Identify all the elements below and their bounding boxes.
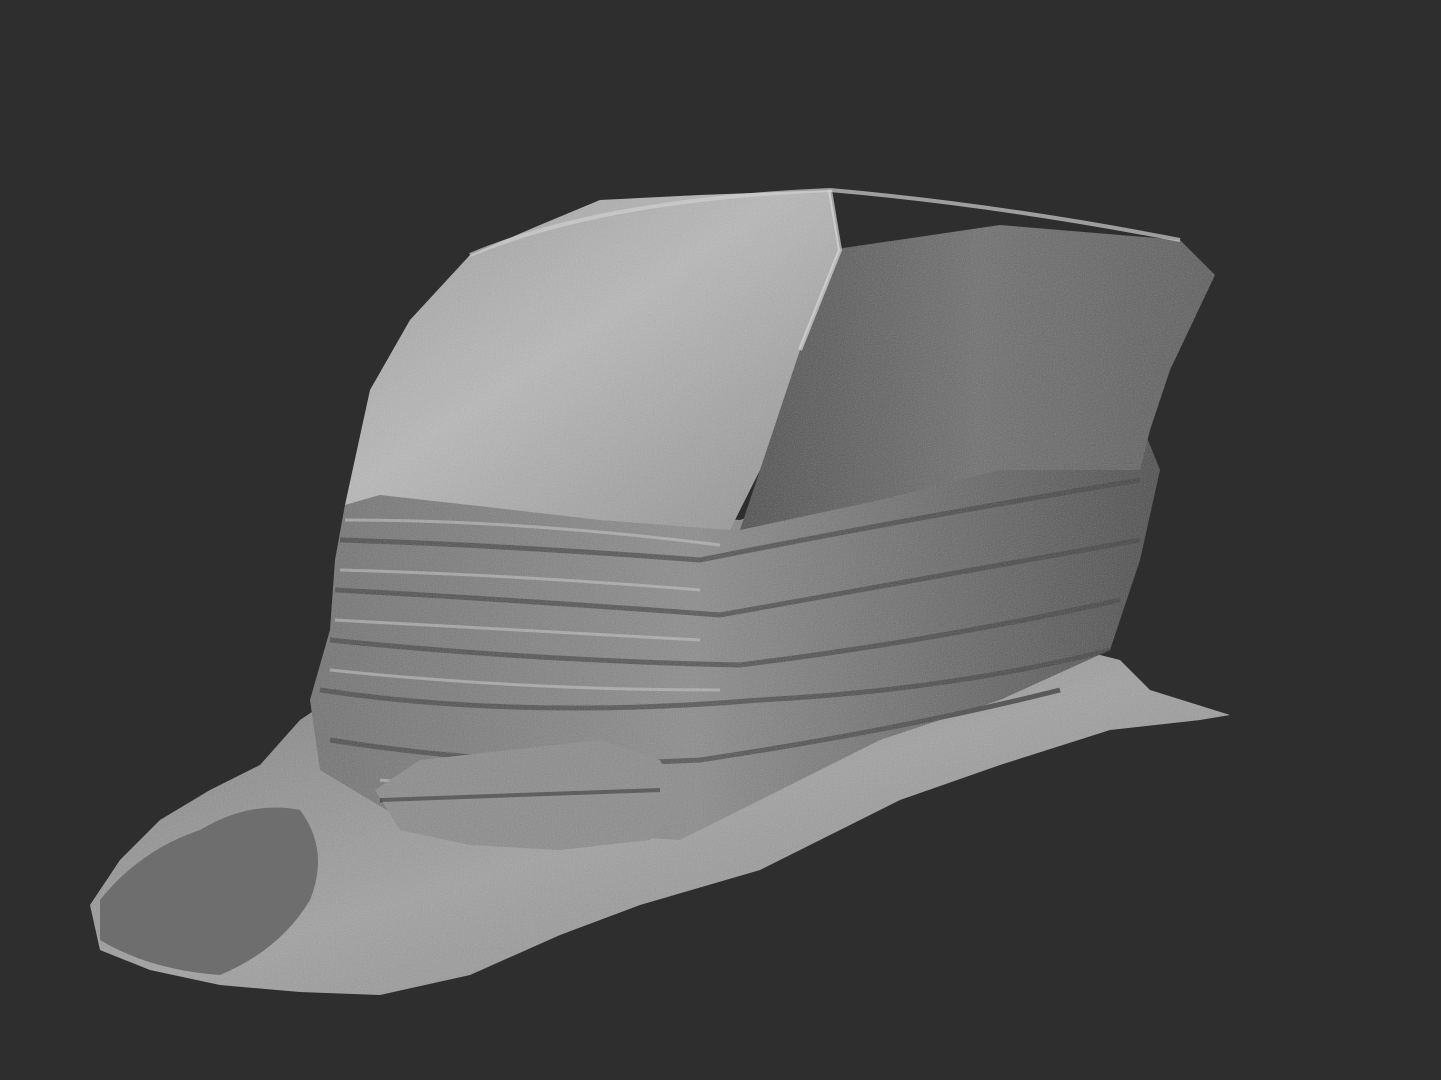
3d-viewport[interactable]	[0, 0, 1441, 1080]
render-canvas	[90, 187, 1230, 995]
